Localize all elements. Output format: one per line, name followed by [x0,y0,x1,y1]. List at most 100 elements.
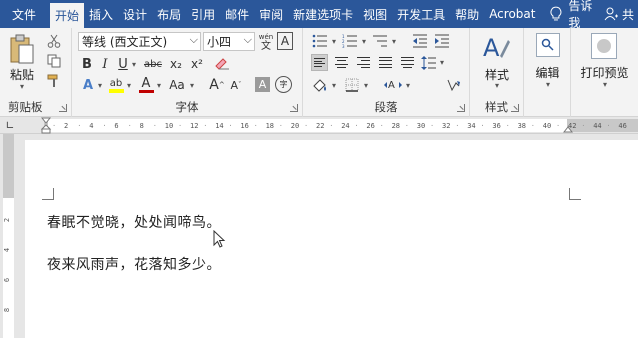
chinese-layout-dropdown-icon[interactable]: ▾ [404,81,412,90]
bullets-dropdown-icon[interactable]: ▾ [330,37,338,46]
vertical-ruler-strip: 2 4 6 8 [3,134,14,338]
clipboard-launcher-icon[interactable] [59,104,67,112]
change-case-button[interactable]: Aa [166,76,188,94]
multilevel-list-icon[interactable] [371,33,389,49]
ruler-tick-label: 34 [467,122,476,130]
lightbulb-icon [551,6,562,21]
borders-icon[interactable] [343,77,361,93]
paste-button[interactable]: 粘贴 [6,66,38,83]
underline-button[interactable]: U [116,55,130,73]
tab-2[interactable]: 插入 [84,0,118,28]
ruler-tick-label: 28 [391,122,401,130]
sort-icon[interactable] [445,77,461,93]
format-painter-icon[interactable] [46,73,62,89]
document-line[interactable]: 夜来风雨声，花落知多少。 [47,254,221,274]
ruler-minor-tick: · [379,122,384,130]
editing-dropdown-icon[interactable]: ▾ [543,80,553,89]
paste-dropdown-icon[interactable]: ▾ [17,82,27,91]
strikethrough-button[interactable]: abc [142,55,164,73]
char-shading-button[interactable]: A [255,77,270,92]
tab-10[interactable]: 开发工具 [392,0,450,28]
ruler-minor-tick: · [127,122,132,130]
right-indent-marker-icon[interactable] [563,124,573,133]
styles-launcher-icon[interactable] [511,104,519,112]
tab-selector-icon[interactable]: ∟ [3,119,17,132]
tab-9[interactable]: 视图 [358,0,392,28]
char-border-icon[interactable]: A [277,32,293,50]
bullets-icon[interactable] [311,33,329,49]
ruler-tick-label: 10 [164,122,174,130]
tab-7[interactable]: 审阅 [254,0,288,28]
chinese-layout-icon[interactable]: A [383,77,403,93]
decrease-indent-icon[interactable] [411,33,429,49]
indent-marker-icon[interactable] [41,117,53,134]
styles-icon[interactable]: A [482,32,512,62]
distributed-button[interactable] [399,54,416,71]
align-right-button[interactable] [355,54,372,71]
tab-3[interactable]: 设计 [118,0,152,28]
justify-button[interactable] [377,54,394,71]
clear-formatting-icon[interactable] [214,55,232,73]
multilevel-list-dropdown-icon[interactable]: ▾ [390,37,398,46]
superscript-button[interactable]: x² [189,55,205,73]
tab-11[interactable]: 帮助 [450,0,484,28]
subscript-button[interactable]: x₂ [168,55,184,73]
cut-icon[interactable] [46,33,62,49]
text-effects-button[interactable]: A [80,76,96,94]
underline-dropdown-icon[interactable]: ▾ [130,59,138,69]
document-line[interactable]: 春眠不觉晓，处处闻啼鸟。 [47,212,221,232]
styles-dropdown-icon[interactable]: ▾ [492,81,502,90]
print-preview-icon[interactable] [591,33,617,59]
highlight-dropdown-icon[interactable]: ▾ [125,80,133,90]
tab-0[interactable]: 文件 [0,0,50,28]
print-preview-dropdown-icon[interactable]: ▾ [600,80,610,89]
text-effects-dropdown-icon[interactable]: ▾ [96,80,104,90]
tab-1[interactable]: 开始 [50,3,85,28]
numbering-dropdown-icon[interactable]: ▾ [360,37,368,46]
shading-icon[interactable] [311,77,329,93]
find-icon[interactable] [536,33,560,57]
font-name-dropdown-icon[interactable]: ⌵ [190,33,198,47]
numbering-icon[interactable]: 123 [341,33,359,49]
copy-icon[interactable] [46,53,62,69]
shrink-font-button[interactable]: Aˇ [228,76,244,94]
wen-phonetic-icon[interactable]: wén 文 [258,32,274,52]
highlight-button[interactable]: ab [108,76,124,94]
share-button[interactable]: 共 [604,0,638,28]
grow-font-button[interactable]: A ^ [209,76,225,94]
align-center-button[interactable] [333,54,350,71]
tell-me-box[interactable]: 告诉我 [550,0,604,30]
line-spacing-dropdown-icon[interactable]: ▾ [438,58,446,67]
shading-dropdown-icon[interactable]: ▾ [330,81,338,90]
document-page[interactable]: 春眠不觉晓，处处闻啼鸟。 夜来风雨声，花落知多少。 [25,140,638,338]
ruler-tick-label: 30 [416,122,426,130]
enclose-char-button[interactable]: 字 [275,76,292,93]
font-color-dropdown-icon[interactable]: ▾ [155,80,163,90]
horizontal-ruler: ∟ 2 · 4 · 6 · 8 · 10 · 12 · 14 · 16 · 18 · 20 · 22 · 24 · 26 · 28 ·… [0,117,638,134]
borders-dropdown-icon[interactable]: ▾ [362,81,370,90]
print-preview-button[interactable]: 打印预览 [571,64,638,81]
font-size-select[interactable]: 小四 ⌵ [203,32,255,51]
font-size-dropdown-icon[interactable]: ⌵ [244,33,252,47]
paragraph-launcher-icon[interactable] [457,104,465,112]
tab-4[interactable]: 布局 [152,0,186,28]
font-name-select[interactable]: 等线 (西文正文) ⌵ [78,32,201,51]
increase-indent-icon[interactable] [433,33,451,49]
tab-8[interactable]: 新建选项卡 [288,0,358,28]
font-launcher-icon[interactable] [290,104,298,112]
ruler-tick-label: 8 [139,122,144,130]
vertical-ruler-top-margin [3,134,14,198]
line-spacing-icon[interactable] [421,54,437,71]
align-left-button[interactable] [311,54,328,71]
font-color-button[interactable]: A [138,76,154,94]
tab-6[interactable]: 邮件 [220,0,254,28]
editing-button[interactable]: 编辑 [524,64,571,81]
tab-12[interactable]: Acrobat [484,0,540,28]
ruler-minor-tick: · [430,122,435,130]
paste-icon[interactable] [6,32,38,66]
tab-5[interactable]: 引用 [186,0,220,28]
bold-button[interactable]: B [80,55,94,73]
italic-button[interactable]: I [98,55,112,73]
ruler-right-margin [567,119,638,132]
change-case-dropdown-icon[interactable]: ▾ [188,80,196,90]
